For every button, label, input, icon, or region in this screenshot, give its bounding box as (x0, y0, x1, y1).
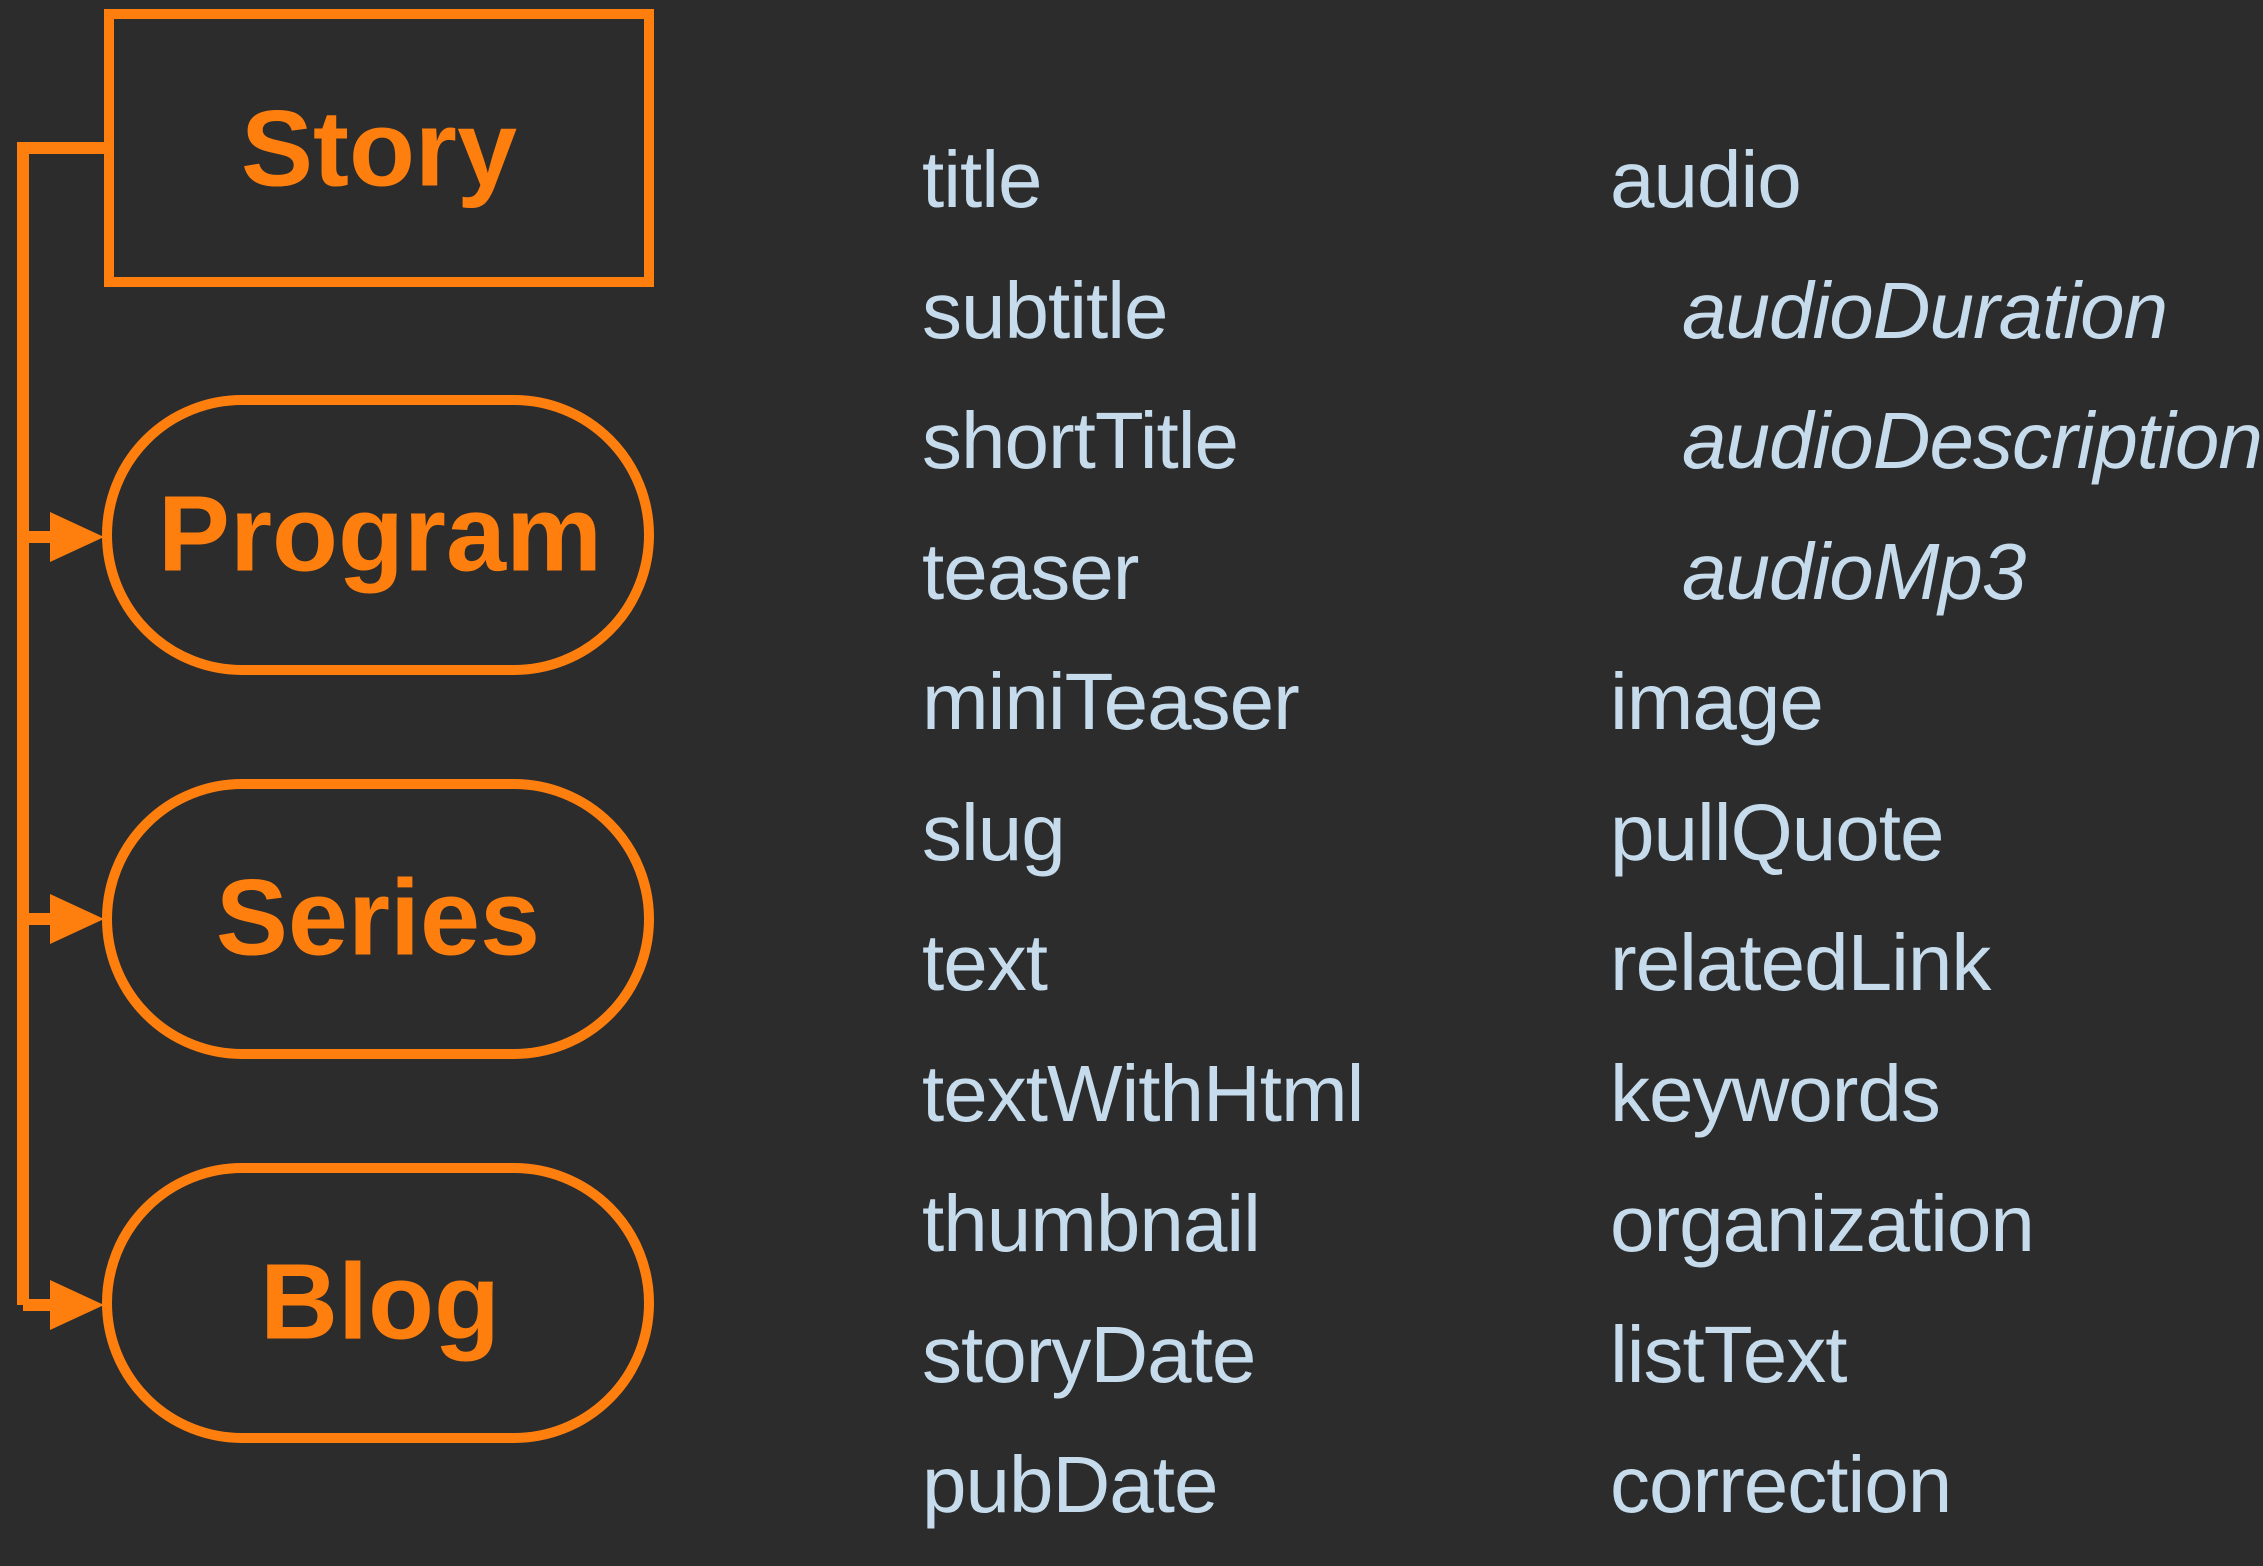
story-label: Story (241, 88, 517, 209)
field-item: slug (922, 787, 1066, 877)
blog-label: Blog (260, 1241, 500, 1362)
field-list-left: title subtitle shortTitle teaser miniTeaser s… (922, 130, 1364, 1566)
field-item: shortTitle (922, 396, 1239, 485)
field-item-nested: audioMp3 (1682, 526, 2026, 616)
field-item: image (1610, 657, 1824, 746)
field-item: textWithHtml (922, 1048, 1364, 1138)
field-item: teaser (922, 526, 1139, 616)
arrowhead-series (50, 894, 104, 944)
field-item: relatedLink (1610, 918, 1991, 1007)
program-label: Program (158, 473, 602, 594)
field-item: pullQuote (1610, 787, 1944, 877)
field-item: correction (1610, 1440, 1952, 1529)
field-item: keywords (1610, 1048, 1941, 1138)
field-item: text (922, 918, 1048, 1007)
field-item-nested: audioDescription (1682, 396, 2263, 485)
field-item: pubDate (922, 1440, 1218, 1529)
arrowhead-blog (50, 1280, 104, 1330)
field-item: miniTeaser (922, 657, 1300, 746)
field-item: storyDate (922, 1309, 1256, 1399)
connector-trunk (17, 142, 109, 1305)
field-item: title (922, 135, 1043, 224)
field-item: subtitle (922, 265, 1168, 355)
field-list-right: audio audioDuration audioDescription audioM… (1610, 130, 2263, 1566)
arrowhead-program (50, 512, 104, 562)
field-item: listText (1610, 1309, 1847, 1399)
field-item-nested: audioDuration (1682, 265, 2168, 355)
series-label: Series (216, 857, 540, 978)
field-item: audio (1610, 135, 1802, 224)
field-item: organization (1610, 1179, 2035, 1268)
field-item: thumbnail (922, 1179, 1261, 1268)
